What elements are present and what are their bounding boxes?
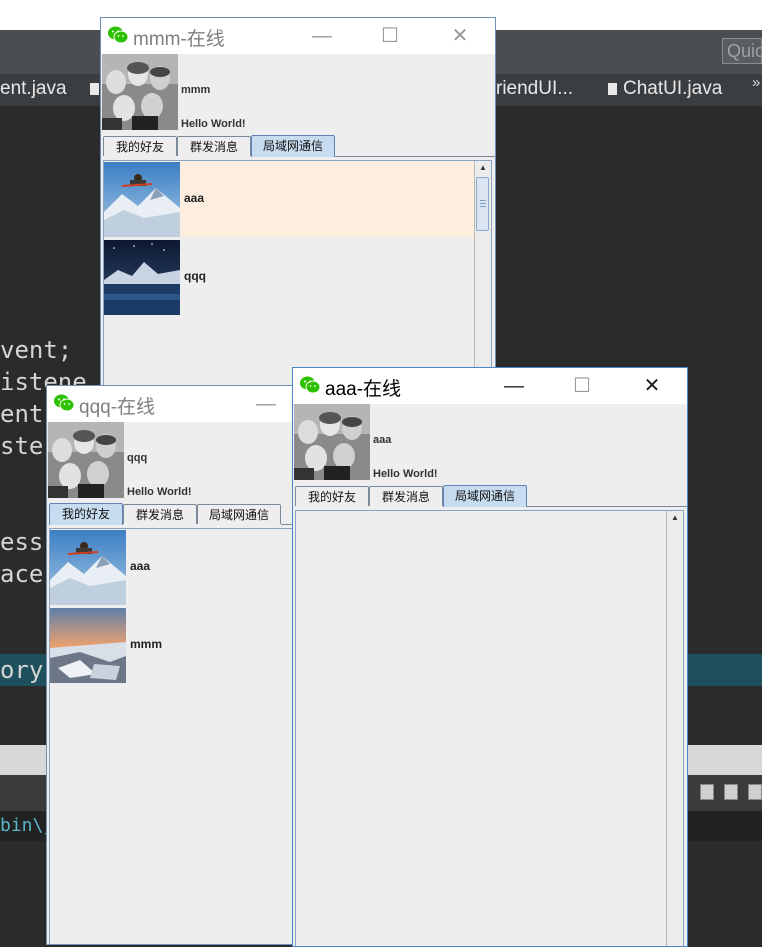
- window-title: aaa-在线: [325, 379, 402, 400]
- code-line: ory: [0, 656, 44, 684]
- friend-thumbnail: [104, 240, 180, 315]
- friend-thumbnail: [104, 162, 180, 237]
- scrollbar-thumb[interactable]: [476, 177, 489, 231]
- ide-tab-3[interactable]: ChatUI.java: [608, 78, 722, 100]
- friend-name: aaa: [184, 191, 205, 205]
- user-signature: Hello World!: [127, 486, 192, 498]
- tab-friends[interactable]: 我的好友: [103, 136, 177, 156]
- java-file-icon: [608, 83, 617, 95]
- code-line: ace: [0, 560, 44, 588]
- ide-tab-2[interactable]: riendUI...: [496, 78, 573, 100]
- tab-strip: 我的好友 群发消息 局域网通信: [49, 503, 295, 526]
- tab-underline: [335, 156, 495, 157]
- tab-group-message[interactable]: 群发消息: [177, 136, 251, 156]
- tab-friends[interactable]: 我的好友: [295, 486, 369, 506]
- avatar: [294, 404, 370, 480]
- close-button[interactable]: ✕: [437, 18, 483, 54]
- tab-strip: 我的好友 群发消息 局域网通信: [103, 135, 495, 158]
- user-name: aaa: [373, 434, 392, 446]
- scroll-up-arrow-icon[interactable]: ▲: [667, 511, 683, 525]
- window-titlebar[interactable]: qqq-在线 —: [47, 386, 295, 422]
- ide-tab-label: ent.java: [0, 78, 67, 99]
- maximize-button[interactable]: ☐: [559, 368, 605, 404]
- minimize-button[interactable]: —: [299, 18, 345, 54]
- tab-group-message[interactable]: 群发消息: [369, 486, 443, 506]
- console-action-icon[interactable]: [724, 784, 738, 800]
- tab-lan-chat[interactable]: 局域网通信: [197, 504, 281, 524]
- vertical-scrollbar[interactable]: ▲: [666, 511, 683, 946]
- friend-name: qqq: [184, 269, 206, 283]
- console-action-icon[interactable]: [748, 784, 762, 800]
- window-title: qqq-在线: [79, 397, 156, 418]
- avatar: [102, 54, 178, 130]
- wechat-icon: [107, 25, 129, 45]
- console-action-icon[interactable]: [700, 784, 714, 800]
- tab-lan-chat[interactable]: 局域网通信: [251, 135, 335, 157]
- friend-thumbnail: [50, 608, 126, 683]
- user-signature: Hello World!: [373, 468, 438, 480]
- wechat-icon: [299, 375, 321, 395]
- avatar: [48, 422, 124, 498]
- chat-window-qqq[interactable]: qqq-在线 — qqq Hello World! 我的好友 群发消息 局域网通…: [46, 385, 296, 945]
- code-line: vent;: [0, 336, 73, 364]
- window-titlebar[interactable]: aaa-在线 — ☐ ✕: [293, 368, 687, 404]
- minimize-button[interactable]: —: [243, 386, 289, 422]
- user-signature: Hello World!: [181, 118, 246, 130]
- more-tabs-button[interactable]: »: [752, 74, 760, 91]
- list-item[interactable]: aaa: [50, 529, 295, 605]
- quick-access-field[interactable]: Quick: [722, 38, 762, 64]
- ide-tab-label: ChatUI.java: [623, 78, 723, 99]
- friend-name: mmm: [130, 637, 163, 651]
- chat-window-aaa[interactable]: aaa-在线 — ☐ ✕ aaa Hello World! 我的好友 群发消息 …: [292, 367, 688, 947]
- friend-list[interactable]: ▲: [295, 510, 684, 946]
- window-title: mmm-在线: [133, 29, 225, 50]
- friend-thumbnail: [50, 530, 126, 605]
- ide-tab-label: riendUI...: [496, 78, 574, 99]
- code-line: ess: [0, 528, 44, 556]
- list-item[interactable]: qqq: [104, 239, 491, 315]
- code-line: ent: [0, 400, 44, 428]
- minimize-button[interactable]: —: [491, 368, 537, 404]
- code-line: ste: [0, 432, 44, 460]
- scroll-up-arrow-icon[interactable]: ▲: [475, 161, 491, 175]
- close-button[interactable]: ✕: [629, 368, 675, 404]
- user-name: qqq: [127, 452, 148, 464]
- list-item[interactable]: aaa: [104, 161, 491, 237]
- user-name: mmm: [181, 84, 211, 96]
- friend-list[interactable]: aaa mmm: [49, 528, 295, 944]
- friend-name: aaa: [130, 559, 151, 573]
- tab-friends[interactable]: 我的好友: [49, 503, 123, 525]
- tab-lan-chat[interactable]: 局域网通信: [443, 485, 527, 507]
- list-item[interactable]: mmm: [50, 607, 295, 683]
- wechat-icon: [53, 393, 75, 413]
- tab-strip: 我的好友 群发消息 局域网通信: [295, 485, 687, 508]
- tab-underline: [527, 506, 687, 507]
- tab-group-message[interactable]: 群发消息: [123, 504, 197, 524]
- maximize-button[interactable]: ☐: [367, 18, 413, 54]
- window-titlebar[interactable]: mmm-在线 — ☐ ✕: [101, 18, 495, 54]
- ide-tab-1[interactable]: ent.java: [0, 78, 67, 100]
